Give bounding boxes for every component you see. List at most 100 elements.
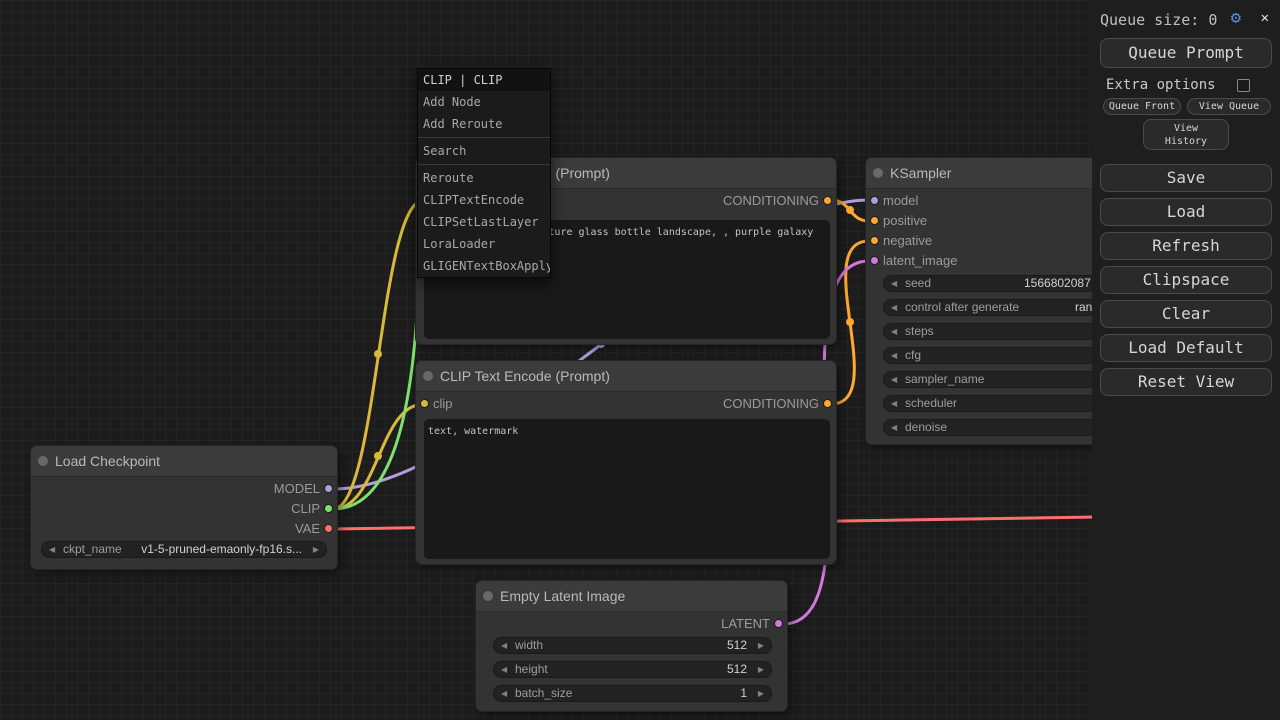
input-dot-clip[interactable] <box>420 399 429 408</box>
output-slot-model: MODEL <box>190 479 337 499</box>
output-label-conditioning: CONDITIONING <box>723 193 819 208</box>
decrement-arrow-icon[interactable]: ◀ <box>49 542 55 557</box>
output-label-vae: VAE <box>295 521 320 536</box>
menu-item-add-reroute[interactable]: Add Reroute <box>418 113 550 135</box>
input-slot-negative: negative <box>866 231 1023 251</box>
output-dot-vae[interactable] <box>324 524 333 533</box>
menu-separator <box>418 164 550 165</box>
extra-options-checkbox[interactable] <box>1237 79 1250 92</box>
widget-value: 512 <box>727 662 747 677</box>
input-slot-latent-image: latent_image <box>866 251 1023 271</box>
input-slot-clip: clip <box>416 394 543 414</box>
extra-options-label: Extra options <box>1106 77 1216 93</box>
node-title-text: KSampler <box>890 165 951 181</box>
ckpt-name-widget[interactable]: ◀ ckpt_name v1-5-pruned-emaonly-fp16.s..… <box>41 541 327 558</box>
clipspace-button[interactable]: Clipspace <box>1100 266 1272 294</box>
widget-label: control after generate <box>905 300 1019 315</box>
output-label-conditioning: CONDITIONING <box>723 396 819 411</box>
input-label-negative: negative <box>883 233 932 248</box>
decrement-arrow-icon[interactable]: ◀ <box>501 686 507 701</box>
increment-arrow-icon[interactable]: ▶ <box>758 686 764 701</box>
decrement-arrow-icon[interactable]: ◀ <box>891 348 897 363</box>
output-dot-conditioning[interactable] <box>823 196 832 205</box>
wire-positive-midpoint-dot <box>846 206 854 214</box>
output-slot-clip: CLIP <box>190 499 337 519</box>
clear-button[interactable]: Clear <box>1100 300 1272 328</box>
queue-front-button[interactable]: Queue Front <box>1103 98 1181 115</box>
menu-item-cliptextencode[interactable]: CLIPTextEncode <box>418 189 550 211</box>
node-title-text: Empty Latent Image <box>500 588 625 604</box>
output-dot-clip[interactable] <box>324 504 333 513</box>
collapse-dot[interactable] <box>483 591 493 601</box>
output-label-clip: CLIP <box>291 501 320 516</box>
width-widget[interactable]: ◀ width 512 ▶ <box>493 637 772 654</box>
widget-label: ckpt_name <box>63 542 122 557</box>
node-clip-text-encode-2[interactable]: CLIP Text Encode (Prompt) clip CONDITION… <box>415 360 837 565</box>
queue-prompt-button[interactable]: Queue Prompt <box>1100 38 1272 68</box>
widget-value: 1 <box>740 686 747 701</box>
output-label-model: MODEL <box>274 481 320 496</box>
menu-item-gligentextboxapply[interactable]: GLIGENTextBoxApply <box>418 255 550 277</box>
node-title-bar[interactable]: Empty Latent Image <box>476 581 787 612</box>
output-slot-latent: LATENT <box>640 614 787 634</box>
save-button[interactable]: Save <box>1100 164 1272 192</box>
collapse-dot[interactable] <box>873 168 883 178</box>
close-icon[interactable]: ✕ <box>1261 10 1269 26</box>
collapse-dot[interactable] <box>38 456 48 466</box>
wire-negative-midpoint-dot <box>846 318 854 326</box>
output-slot-conditioning: CONDITIONING <box>649 191 836 211</box>
widget-label: batch_size <box>515 686 572 701</box>
decrement-arrow-icon[interactable]: ◀ <box>891 300 897 315</box>
widget-label: sampler_name <box>905 372 984 387</box>
widget-label: steps <box>905 324 934 339</box>
widget-label: cfg <box>905 348 921 363</box>
widget-value: 512 <box>727 638 747 653</box>
decrement-arrow-icon[interactable]: ◀ <box>501 662 507 677</box>
input-dot-negative[interactable] <box>870 236 879 245</box>
increment-arrow-icon[interactable]: ▶ <box>758 662 764 677</box>
menu-item-clipsetlastlayer[interactable]: CLIPSetLastLayer <box>418 211 550 233</box>
input-label-latent-image: latent_image <box>883 253 957 268</box>
input-dot-positive[interactable] <box>870 216 879 225</box>
menu-item-loraloader[interactable]: LoraLoader <box>418 233 550 255</box>
decrement-arrow-icon[interactable]: ◀ <box>891 276 897 291</box>
menu-item-add-node[interactable]: Add Node <box>418 91 550 113</box>
node-title-text: Load Checkpoint <box>55 453 160 469</box>
decrement-arrow-icon[interactable]: ◀ <box>891 372 897 387</box>
context-menu: CLIP | CLIP Add Node Add Reroute Search … <box>417 68 551 278</box>
decrement-arrow-icon[interactable]: ◀ <box>891 420 897 435</box>
node-title-bar[interactable]: Load Checkpoint <box>31 446 337 477</box>
view-history-button[interactable]: View History <box>1143 119 1229 150</box>
increment-arrow-icon[interactable]: ▶ <box>758 638 764 653</box>
height-widget[interactable]: ◀ height 512 ▶ <box>493 661 772 678</box>
widget-value: 1566802087 <box>1024 276 1091 291</box>
load-button[interactable]: Load <box>1100 198 1272 226</box>
input-dot-model[interactable] <box>870 196 879 205</box>
load-default-button[interactable]: Load Default <box>1100 334 1272 362</box>
output-dot-conditioning[interactable] <box>823 399 832 408</box>
batch-size-widget[interactable]: ◀ batch_size 1 ▶ <box>493 685 772 702</box>
widget-label: denoise <box>905 420 947 435</box>
increment-arrow-icon[interactable]: ▶ <box>313 542 319 557</box>
collapse-dot[interactable] <box>423 371 433 381</box>
output-dot-latent[interactable] <box>774 619 783 628</box>
prompt-textarea[interactable]: text, watermark <box>424 419 830 559</box>
node-empty-latent-image[interactable]: Empty Latent Image LATENT ◀ width 512 ▶ … <box>475 580 788 712</box>
reset-view-button[interactable]: Reset View <box>1100 368 1272 396</box>
decrement-arrow-icon[interactable]: ◀ <box>891 324 897 339</box>
sidebar-menu: Queue size: 0 ⚙ ✕ Queue Prompt Extra opt… <box>1092 0 1280 720</box>
menu-item-reroute[interactable]: Reroute <box>418 167 550 189</box>
widget-label: width <box>515 638 543 653</box>
node-title-bar[interactable]: CLIP Text Encode (Prompt) <box>416 361 836 392</box>
decrement-arrow-icon[interactable]: ◀ <box>891 396 897 411</box>
node-load-checkpoint[interactable]: Load Checkpoint MODEL CLIP VAE ◀ ckpt_na… <box>30 445 338 570</box>
menu-search-input[interactable]: Search <box>418 140 550 162</box>
input-dot-latent-image[interactable] <box>870 256 879 265</box>
refresh-button[interactable]: Refresh <box>1100 232 1272 260</box>
wire-drag-clip <box>333 273 419 509</box>
comfyui-canvas[interactable]: { "palette": { "model": "#b39ddb", "clip… <box>0 0 1280 720</box>
decrement-arrow-icon[interactable]: ◀ <box>501 638 507 653</box>
settings-gear-icon[interactable]: ⚙ <box>1231 8 1241 28</box>
view-queue-button[interactable]: View Queue <box>1187 98 1271 115</box>
output-dot-model[interactable] <box>324 484 333 493</box>
